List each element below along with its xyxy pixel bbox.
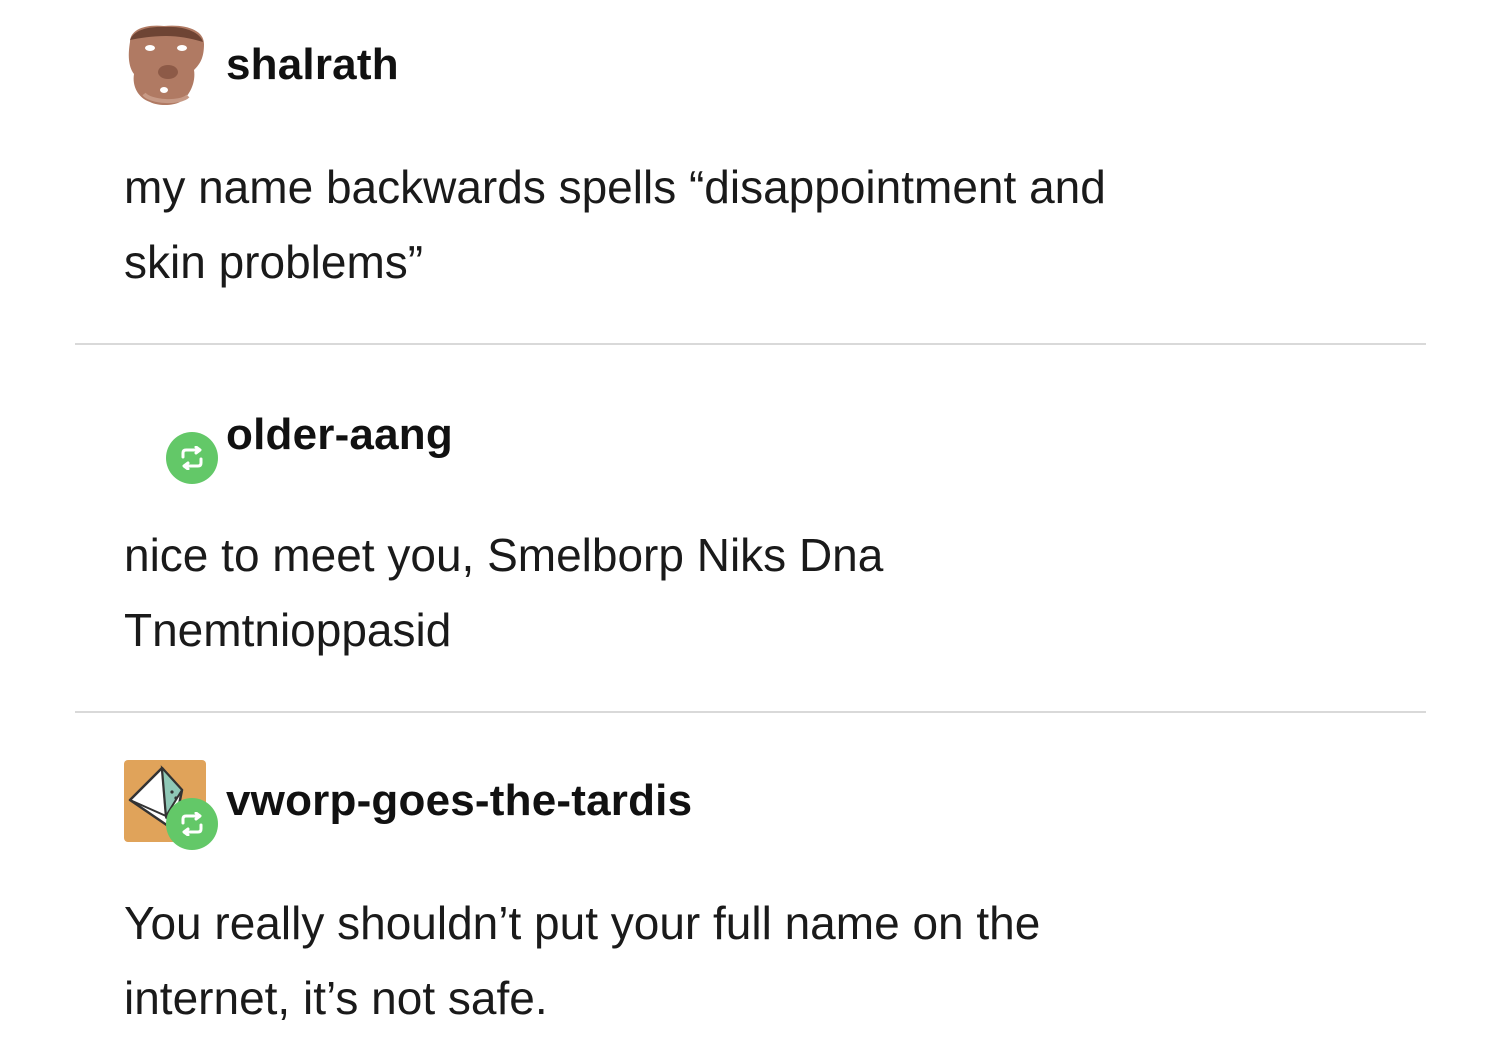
- username[interactable]: older-aang: [226, 410, 453, 460]
- post-text-line: You really shouldn’t put your full name …: [124, 897, 1041, 949]
- divider: [75, 711, 1426, 713]
- post-text-line: skin problems”: [124, 236, 424, 288]
- post-text: You really shouldn’t put your full name …: [124, 886, 1364, 1036]
- reblog-icon: [181, 446, 203, 470]
- post-text: nice to meet you, Smelborp Niks Dna Tnem…: [124, 518, 1364, 668]
- post-text-line: internet, it’s not safe.: [124, 972, 548, 1024]
- username[interactable]: vworp-goes-the-tardis: [226, 776, 692, 826]
- post-text: my name backwards spells “disappointment…: [124, 150, 1364, 300]
- reblog-badge: [166, 432, 218, 484]
- post-header: older-aang: [124, 394, 453, 484]
- post-header: shalrath: [124, 24, 399, 106]
- avatar[interactable]: [124, 760, 218, 850]
- avatar[interactable]: [124, 394, 218, 484]
- post-text-line: nice to meet you, Smelborp Niks Dna: [124, 529, 884, 581]
- post-header: vworp-goes-the-tardis: [124, 760, 692, 850]
- reblog-icon: [181, 812, 203, 836]
- post-text-line: Tnemtnioppasid: [124, 604, 452, 656]
- username[interactable]: shalrath: [226, 40, 399, 90]
- reblog-badge: [166, 798, 218, 850]
- post-text-line: my name backwards spells “disappointment…: [124, 161, 1106, 213]
- brown-cat-avatar-icon: [124, 24, 206, 106]
- divider: [75, 343, 1426, 345]
- avatar[interactable]: [124, 24, 206, 106]
